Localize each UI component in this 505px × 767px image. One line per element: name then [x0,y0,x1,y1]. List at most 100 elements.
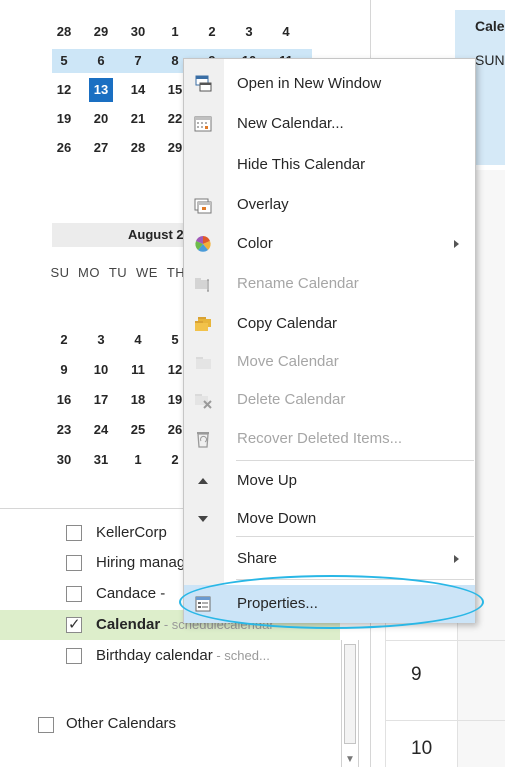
properties-icon [193,594,213,614]
mini-calendar-day[interactable]: 2 [52,328,76,352]
menu-item-rename-calendar[interactable]: Rename Calendar [184,265,475,303]
menu-item-delete-calendar[interactable]: Delete Calendar [184,381,475,419]
copy-folder-icon [193,314,213,334]
mini-calendar-day[interactable]: 16 [52,388,76,412]
calendar-owner: - sched... [212,648,270,663]
other-calendars-checkbox[interactable] [38,717,54,733]
mini-calendar-day[interactable]: 2 [200,20,224,44]
calendar-view-title: Cale [475,18,505,34]
mini-calendar-day[interactable]: 19 [52,107,76,131]
menu-item-hide-this-calendar[interactable]: Hide This Calendar [184,146,475,184]
calendar-checkbox[interactable] [66,586,82,602]
delete-icon [193,390,213,410]
mini-calendar-day[interactable]: 30 [52,448,76,472]
menu-item-label: Move Down [237,510,317,527]
open-window-icon [193,74,213,94]
mini-calendar-day[interactable]: 30 [126,20,150,44]
calendar-checkbox[interactable] [66,525,82,541]
menu-separator [236,536,474,537]
menu-item-color[interactable]: Color [184,225,475,263]
weekday-label: TU [108,265,128,280]
menu-item-properties[interactable]: Properties... [184,585,475,623]
mini-calendar-day[interactable]: 4 [126,328,150,352]
calendar-checkbox[interactable] [66,555,82,571]
mini-calendar-day[interactable]: 26 [52,136,76,160]
mini-calendar-day-today[interactable]: 13 [89,78,113,102]
mini-calendar-day[interactable]: 10 [89,358,113,382]
overlay-icon [193,195,213,215]
mini-calendar-day[interactable]: 9 [52,358,76,382]
rename-icon [193,274,213,294]
menu-item-share[interactable]: Share [184,540,475,578]
calendar-name: Candace - [96,579,165,609]
weekday-label: MO [78,265,100,280]
menu-item-label: Rename Calendar [237,275,359,292]
mini-calendar-day[interactable]: 1 [126,448,150,472]
menu-item-label: Move Calendar [237,353,339,370]
menu-item-label: Open in New Window [237,75,382,92]
menu-item-label: Move Up [237,472,298,489]
mini-calendar-day[interactable]: 5 [52,49,76,73]
weekday-label: SU [50,265,70,280]
menu-item-label: Recover Deleted Items... [237,430,403,447]
calendar-group-other[interactable]: Other Calendars [0,709,340,739]
mini-calendar-day[interactable]: 21 [126,107,150,131]
menu-item-copy-calendar[interactable]: Copy Calendar [184,305,475,343]
recover-icon [193,429,213,449]
mini-calendar-day[interactable]: 3 [237,20,261,44]
move-folder-icon [193,352,213,372]
submenu-arrow-icon [454,240,459,248]
calendar-name: KellerCorp [96,518,167,548]
mini-calendar-day[interactable]: 14 [126,78,150,102]
hour-gridline [385,720,505,721]
calendar-name-text: KellerCorp [96,524,167,541]
scroll-down-arrow-icon[interactable]: ▼ [345,754,355,765]
menu-item-recover-deleted-items[interactable]: Recover Deleted Items... [184,420,475,458]
mini-calendar-day[interactable]: 31 [89,448,113,472]
mini-calendar-day[interactable]: 17 [89,388,113,412]
menu-item-label: Hide This Calendar [237,156,366,173]
calendar-name: Birthday calendar - sched... [96,641,270,671]
mini-calendar-day[interactable]: 25 [126,418,150,442]
menu-item-label: New Calendar... [237,115,344,132]
calendar-checkbox[interactable] [66,615,82,633]
mini-calendar-day[interactable]: 18 [126,388,150,412]
calendar-checkbox[interactable] [66,648,82,664]
menu-separator [236,579,474,580]
menu-separator [236,460,474,461]
triangle-up-icon [193,471,213,491]
mini-calendar-day[interactable]: 1 [163,20,187,44]
mini-calendar-day[interactable]: 12 [52,78,76,102]
menu-item-open-in-new-window[interactable]: Open in New Window [184,65,475,103]
calendar-list-scrollbar[interactable]: ▼ [341,640,359,767]
calendar-name-text: Calendar [96,616,161,633]
menu-item-label: Properties... [237,595,318,612]
menu-item-label: Share [237,550,278,567]
menu-item-new-calendar[interactable]: New Calendar... [184,105,475,143]
mini-calendar-week: 28 29 30 1 2 3 4 [52,20,312,44]
mini-calendar-day[interactable]: 7 [126,49,150,73]
mini-calendar-day[interactable]: 20 [89,107,113,131]
mini-calendar-day[interactable]: 23 [52,418,76,442]
mini-calendar-day[interactable]: 6 [89,49,113,73]
menu-item-move-up[interactable]: Move Up [184,462,475,500]
menu-item-move-calendar[interactable]: Move Calendar [184,343,475,381]
mini-calendar-day[interactable]: 4 [274,20,298,44]
mini-calendar-day[interactable]: 29 [89,20,113,44]
menu-item-label: Overlay [237,196,289,213]
menu-item-move-down[interactable]: Move Down [184,500,475,538]
mini-calendar-day[interactable]: 28 [52,20,76,44]
calendar-list-item[interactable]: Birthday calendar - sched... [0,641,340,671]
mini-calendar-day[interactable]: 24 [89,418,113,442]
mini-calendar-day[interactable]: 11 [126,358,150,382]
scrollbar-track[interactable] [344,644,356,744]
weekday-label: WE [136,265,158,280]
calendar-name-text: Birthday calendar [96,647,213,664]
mini-calendar-day[interactable]: 27 [89,136,113,160]
menu-item-overlay[interactable]: Overlay [184,186,475,224]
calendar-context-menu: Open in New Window New Calendar... Hide Th… [183,58,476,623]
mini-calendar-day[interactable]: 28 [126,136,150,160]
mini-calendar-day[interactable]: 3 [89,328,113,352]
hour-label-9: 9 [411,664,422,685]
hour-gridline [385,640,505,641]
